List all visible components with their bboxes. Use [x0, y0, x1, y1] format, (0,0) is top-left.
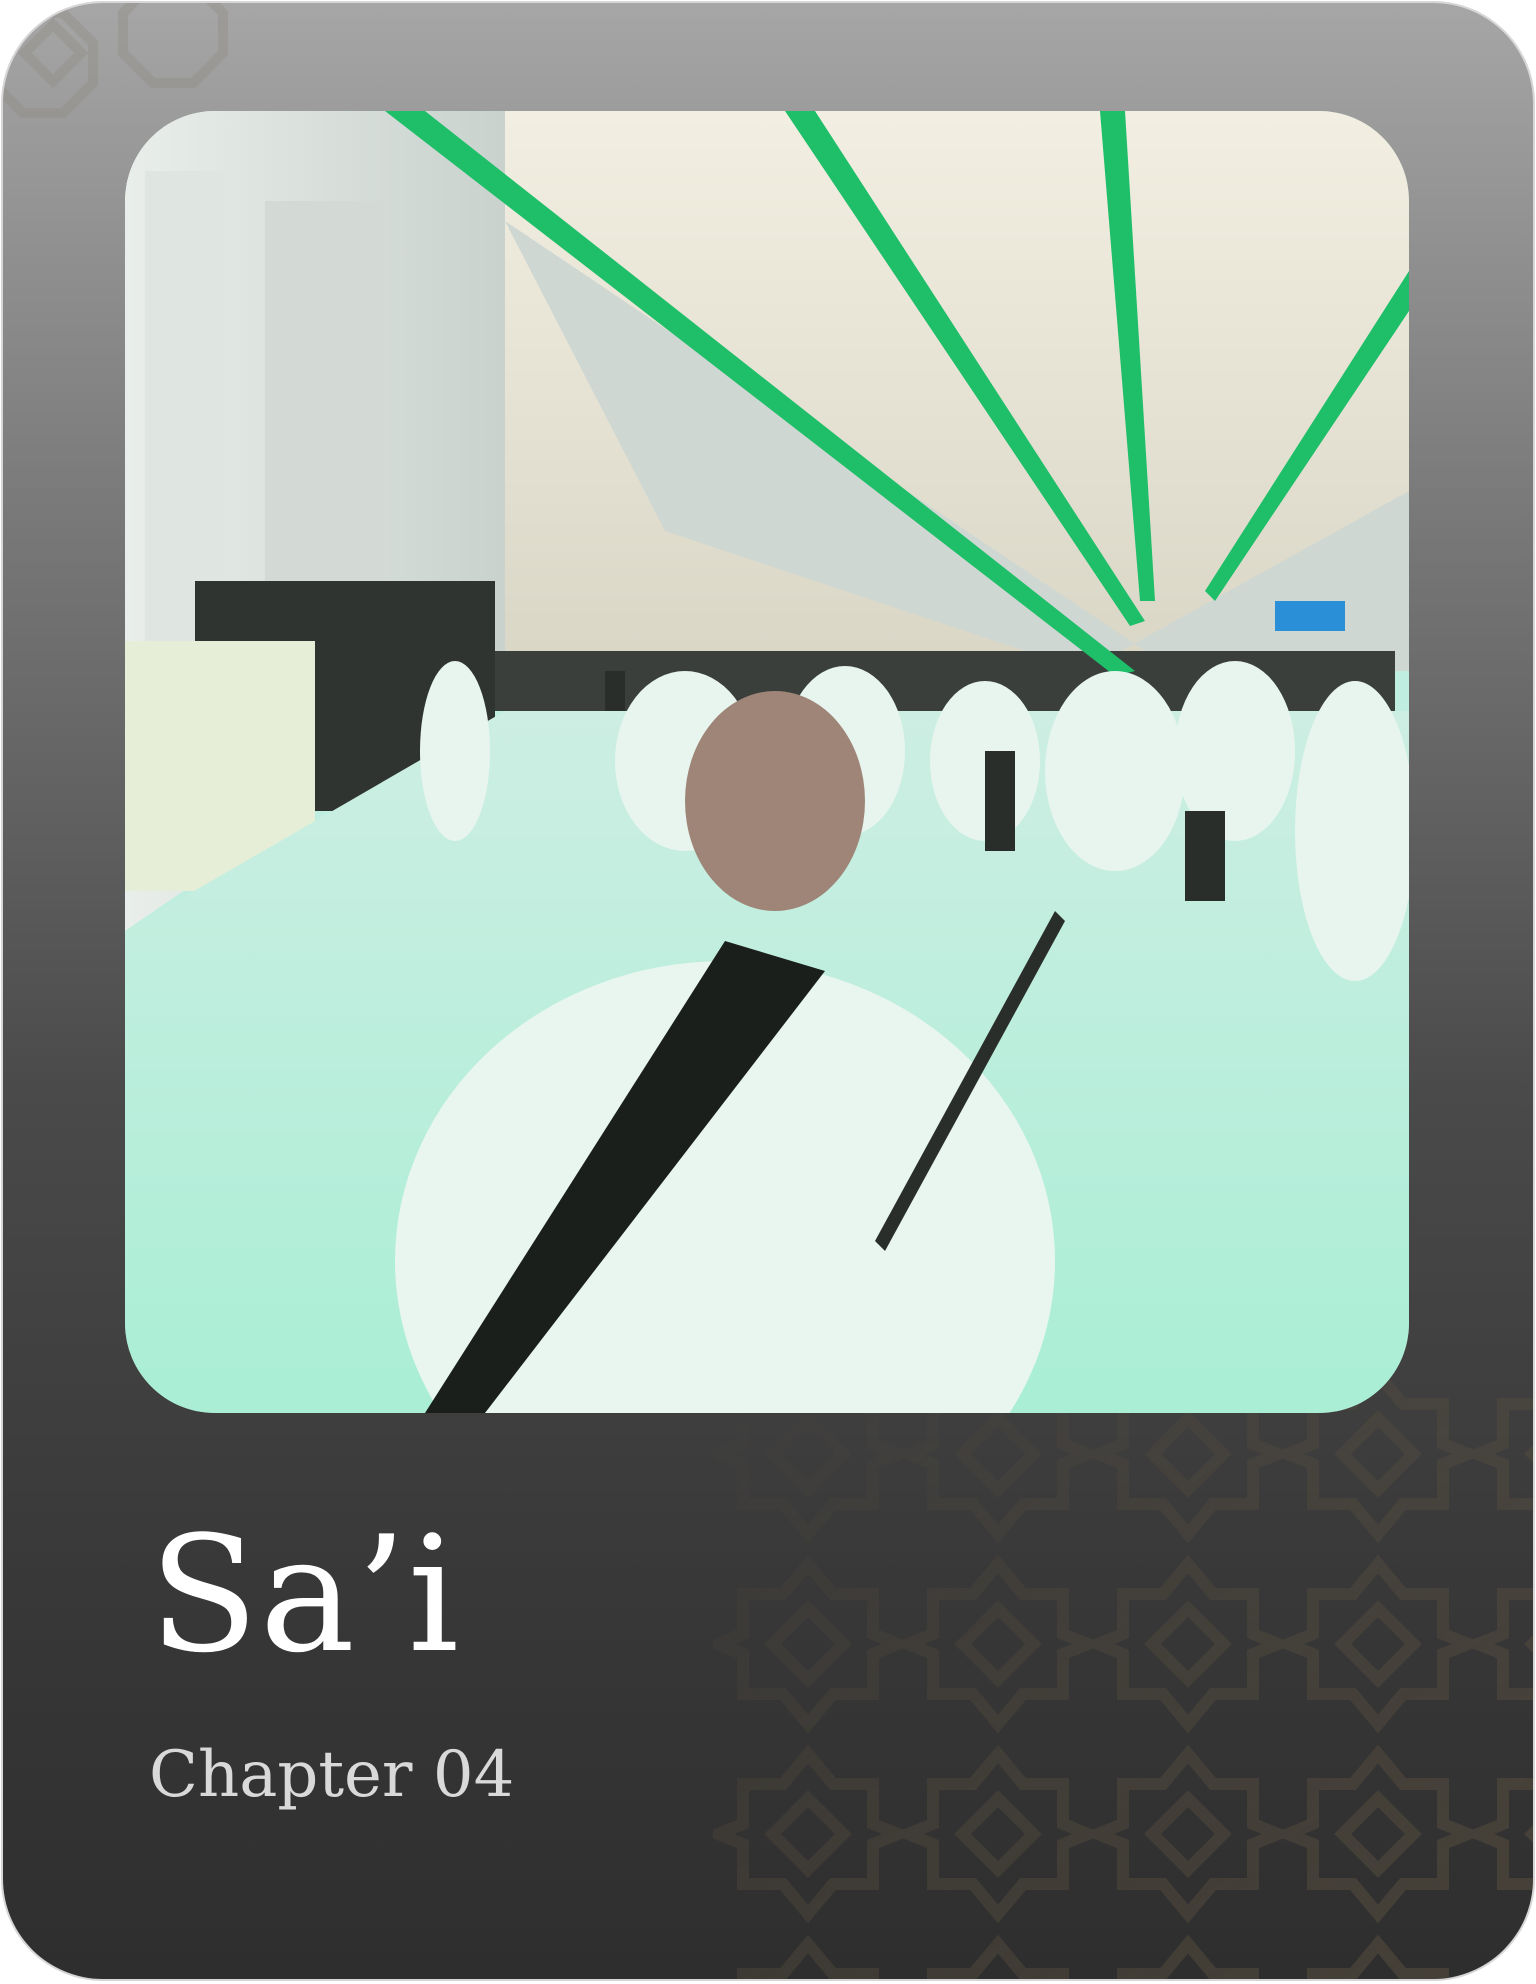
islamic-star-pattern-icon [713, 1359, 1533, 1979]
chapter-card[interactable]: Sa’i Chapter 04 [3, 3, 1533, 1979]
chapter-subtitle: Chapter 04 [149, 1738, 515, 1812]
chapter-title: Sa’i [149, 1501, 461, 1688]
chapter-photo [125, 111, 1409, 1413]
photo-sai-walkway-icon [125, 111, 1409, 1413]
